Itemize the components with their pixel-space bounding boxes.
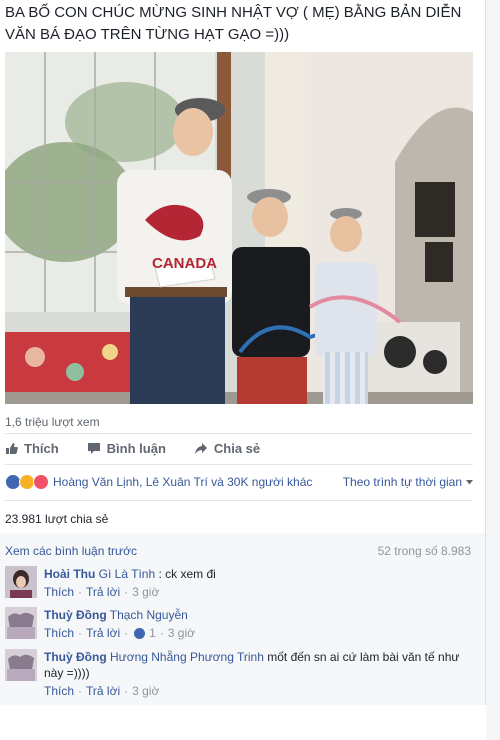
sort-label: Theo trình tự thời gian (342, 475, 462, 489)
comment-sort-dropdown[interactable]: Theo trình tự thời gian (343, 475, 473, 489)
comment-reply-link[interactable]: Trả lời (86, 584, 120, 600)
comment-time[interactable]: 3 giờ (168, 625, 195, 641)
video-player[interactable]: CANADA (5, 52, 473, 404)
separator: · (124, 626, 129, 640)
comment-button[interactable]: Bình luận (87, 438, 166, 458)
share-icon (194, 442, 207, 454)
comment-tag[interactable]: Hương Nhẵng Phương Trinh (110, 650, 264, 664)
comment-like-count[interactable]: 1 (149, 625, 156, 641)
thumbs-up-icon (6, 442, 18, 454)
comment-reply-link[interactable]: Trả lời (86, 683, 120, 699)
comment-time[interactable]: 3 giờ (132, 584, 159, 600)
reaction-names[interactable]: Hoàng Văn Lịnh, Lê Xuân Trí và 30K người… (53, 475, 312, 489)
separator: · (78, 684, 83, 698)
separator: · (78, 626, 83, 640)
reactions-bar: Hoàng Văn Lịnh, Lê Xuân Trí và 30K người… (5, 473, 473, 491)
divider (5, 500, 473, 501)
divider (5, 464, 473, 465)
avatar[interactable] (5, 607, 37, 639)
comment-text: : ck xem đi (158, 567, 216, 581)
view-previous-comments-link[interactable]: Xem các bình luận trước (5, 544, 137, 558)
post-text: BA BỐ CON CHÚC MỪNG SINH NHẬT VỢ ( MẸ) B… (5, 4, 462, 43)
post-card: BA BỐ CON CHÚC MỪNG SINH NHẬT VỢ ( MẸ) B… (0, 0, 486, 705)
avatar[interactable] (5, 566, 37, 598)
like-reaction-icon (134, 627, 146, 639)
separator: · (124, 684, 129, 698)
like-label: Thích (24, 440, 59, 456)
action-bar: Thích Bình luận Chia sẻ (5, 438, 473, 458)
comment-time[interactable]: 3 giờ (132, 683, 159, 699)
comment-reply-link[interactable]: Trả lời (86, 625, 120, 641)
video-frame: CANADA (5, 52, 473, 404)
divider (5, 433, 473, 434)
comment-count: 52 trong số 8.983 (377, 544, 471, 558)
comment-label: Bình luận (106, 440, 166, 456)
comment-meta: Thích · Trả lời · 1 · 3 giờ (44, 625, 474, 641)
comment-like-link[interactable]: Thích (44, 584, 74, 600)
comment-tag[interactable]: Thạch Nguyễn (110, 608, 188, 622)
love-reaction-icon (33, 474, 49, 490)
comment-body: Thuỳ Đồng Hương Nhẵng Phương Trinh mốt đ… (44, 649, 474, 699)
comment-like-link[interactable]: Thích (44, 625, 74, 641)
like-button[interactable]: Thích (5, 438, 59, 458)
comment-meta: Thích · Trả lời · 3 giờ (44, 683, 474, 699)
comment-like-link[interactable]: Thích (44, 683, 74, 699)
comment-tag[interactable]: Gì Là Tình (99, 567, 155, 581)
scrollbar-track[interactable] (486, 0, 500, 740)
avatar[interactable] (5, 649, 37, 681)
comment-icon (87, 442, 100, 454)
comment-body: Thuỳ Đồng Thạch Nguyễn Thích · Trả lời ·… (44, 607, 474, 641)
separator: · (159, 626, 164, 640)
comment-meta: Thích · Trả lời · 3 giờ (44, 584, 474, 600)
separator: · (78, 585, 83, 599)
comment-author[interactable]: Hoài Thu (44, 567, 95, 581)
view-count: 1,6 triệu lượt xem (5, 415, 100, 429)
share-count[interactable]: 23.981 lượt chia sẻ (5, 512, 108, 526)
reaction-icons[interactable] (5, 474, 49, 490)
share-button[interactable]: Chia sẻ (194, 438, 260, 458)
caret-down-icon (466, 479, 473, 484)
comment-body: Hoài Thu Gì Là Tình : ck xem đi Thích · … (44, 566, 474, 600)
comment-author[interactable]: Thuỳ Đồng (44, 608, 107, 622)
separator: · (124, 585, 129, 599)
share-label: Chia sẻ (213, 440, 261, 456)
comment-author[interactable]: Thuỳ Đồng (44, 650, 107, 664)
shirt-print: CANADA (152, 255, 217, 272)
